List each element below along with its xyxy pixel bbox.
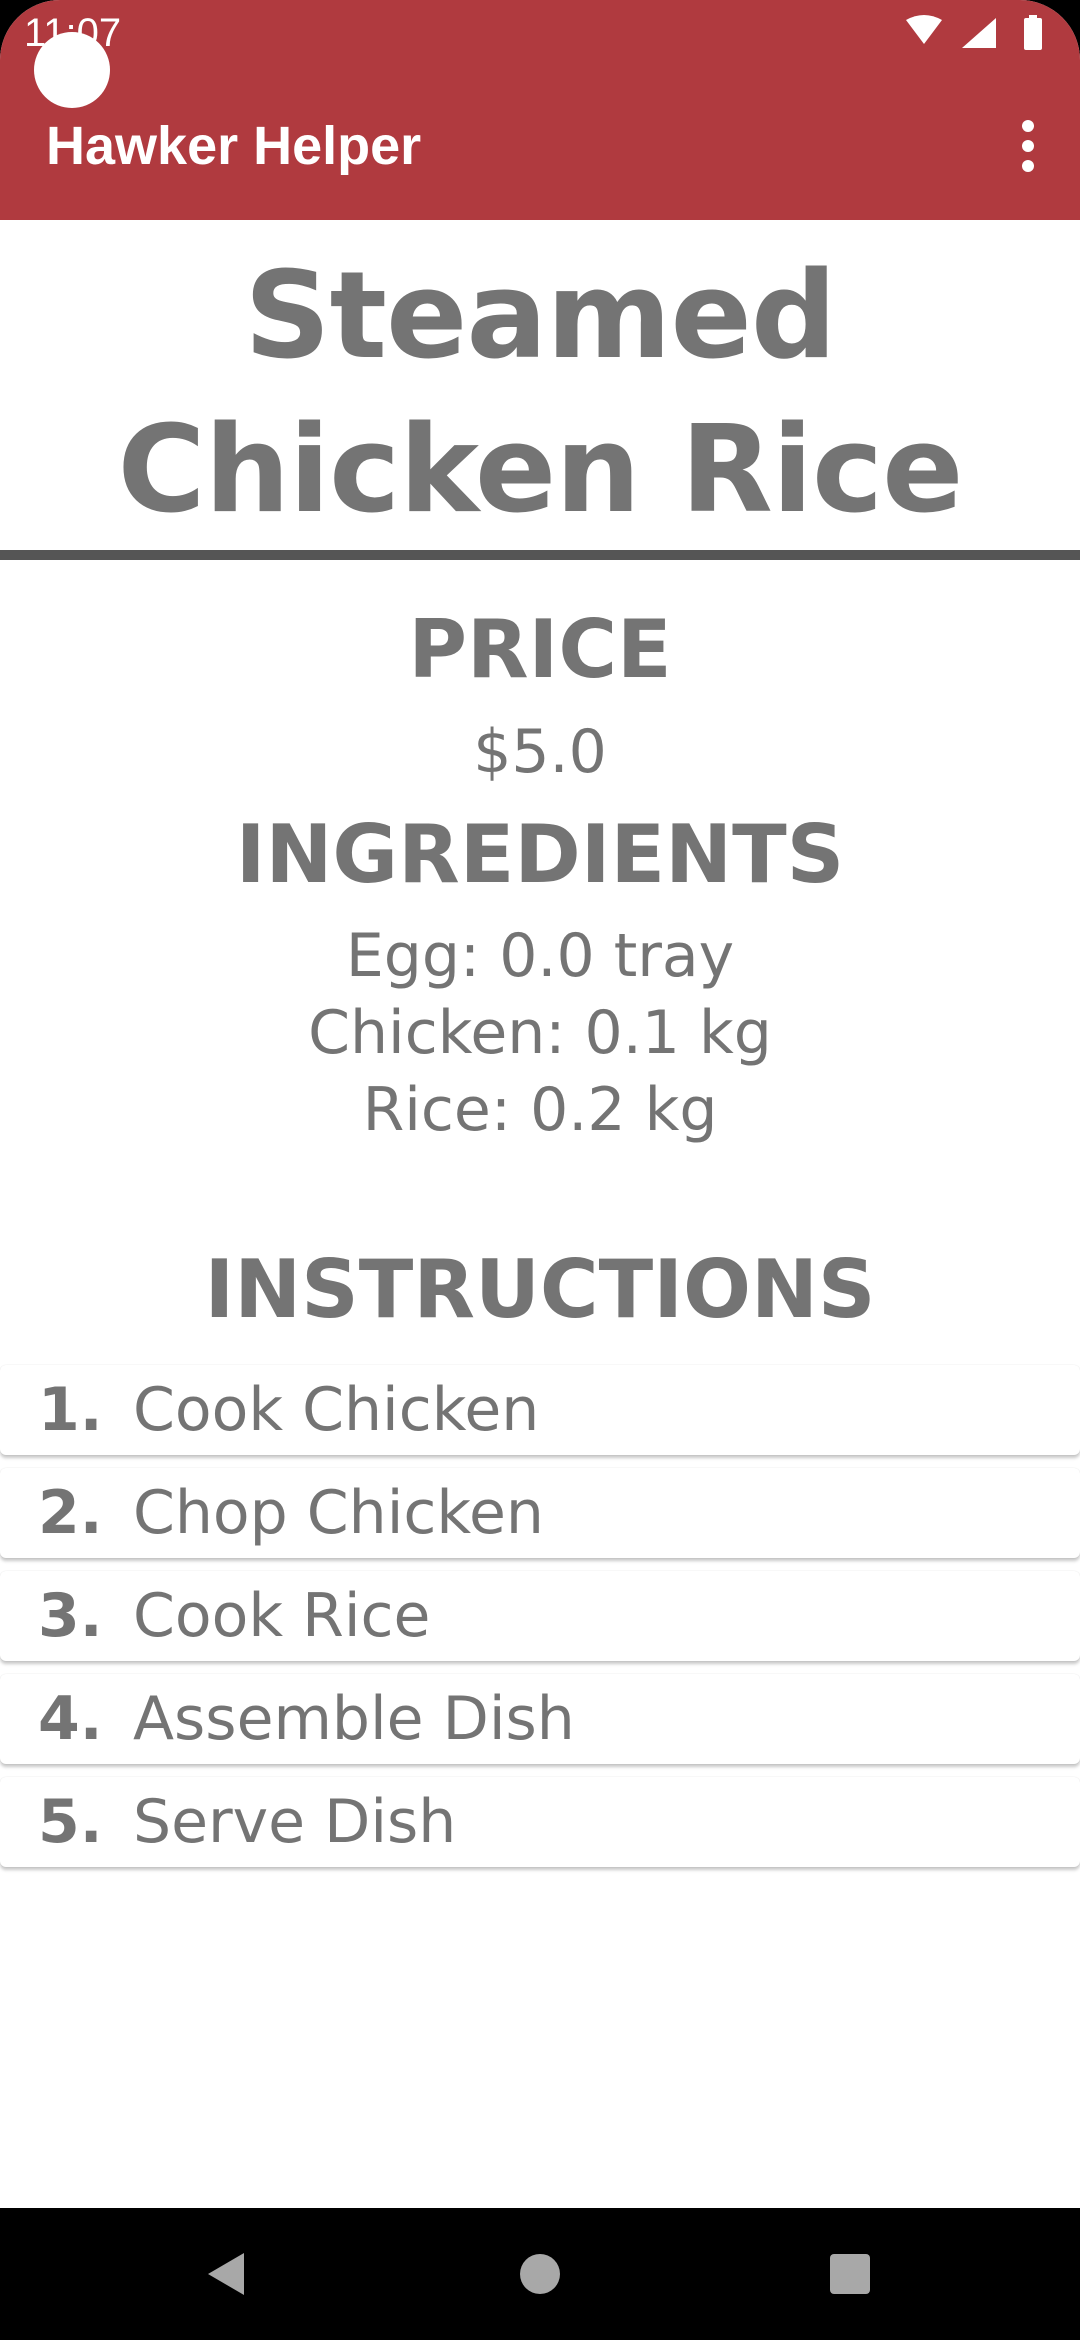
home-icon [520, 2254, 560, 2294]
price-heading: PRICE [408, 603, 672, 696]
instruction-step[interactable]: 5. Serve Dish [0, 1777, 1080, 1867]
more-vert-icon-dot [1022, 160, 1034, 172]
dish-title: Steamed Chicken Rice [117, 247, 964, 540]
recents-button[interactable] [790, 2208, 910, 2340]
step-number: 5. [38, 1787, 103, 1857]
back-button[interactable] [166, 2208, 286, 2340]
ingredient-item: Egg: 0.0 tray [345, 921, 735, 991]
instruction-step[interactable]: 3. Cook Rice [0, 1571, 1080, 1661]
battery-icon [1024, 15, 1042, 50]
step-text: Cook Rice [133, 1581, 431, 1651]
signal-icon [962, 18, 996, 48]
instruction-step[interactable]: 1. Cook Chicken [0, 1365, 1080, 1455]
step-number: 1. [38, 1375, 103, 1445]
app-screen: 11:07 Hawker Helper Steamed Chicken Rice… [0, 0, 1080, 2340]
step-text: Chop Chicken [133, 1478, 544, 1548]
app-title: Hawker Helper [46, 116, 422, 176]
recents-icon [830, 2254, 870, 2294]
camera-cutout [34, 32, 110, 108]
wifi-icon [906, 15, 942, 44]
more-options-button[interactable] [1006, 116, 1050, 176]
system-nav-bar [0, 2208, 1080, 2340]
step-text: Serve Dish [133, 1787, 457, 1857]
app-bar: 11:07 Hawker Helper [0, 0, 1080, 220]
instruction-list: 1. Cook Chicken 2. Chop Chicken 3. Cook … [0, 1365, 1080, 1880]
status-icons [906, 15, 1042, 50]
more-vert-icon-dot [1022, 140, 1034, 152]
more-vert-icon [1022, 120, 1034, 132]
instruction-step[interactable]: 2. Chop Chicken [0, 1468, 1080, 1558]
step-text: Assemble Dish [133, 1684, 575, 1754]
ingredients-heading: INGREDIENTS [235, 808, 845, 901]
ingredient-item: Chicken: 0.1 kg [308, 998, 772, 1068]
title-divider [0, 550, 1080, 560]
step-text: Cook Chicken [133, 1375, 540, 1445]
instructions-heading: INSTRUCTIONS [204, 1243, 876, 1336]
instruction-step[interactable]: 4. Assemble Dish [0, 1674, 1080, 1764]
step-number: 3. [38, 1581, 103, 1651]
price-value: $5.0 [473, 717, 607, 787]
step-number: 2. [38, 1478, 103, 1548]
step-number: 4. [38, 1684, 103, 1754]
home-button[interactable] [480, 2208, 600, 2340]
ingredient-list: Egg: 0.0 tray Chicken: 0.1 kg Rice: 0.2 … [0, 918, 1080, 1149]
ingredient-item: Rice: 0.2 kg [362, 1075, 718, 1145]
back-icon [208, 2253, 244, 2295]
